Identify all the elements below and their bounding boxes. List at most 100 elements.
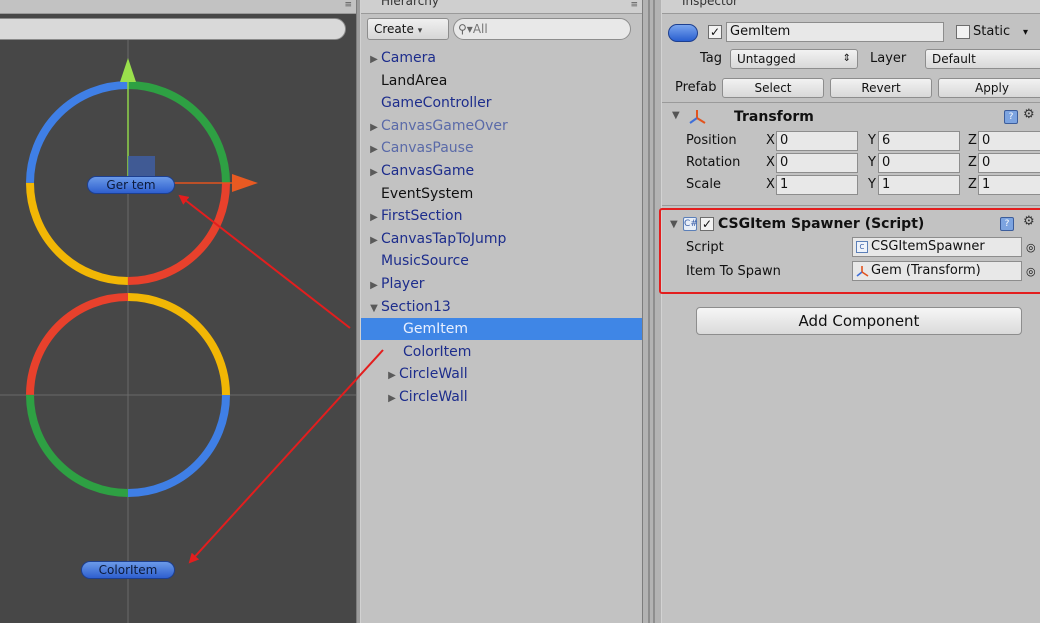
axis-y-label: Y [868, 155, 876, 170]
gizmo-y-arrow-icon [120, 58, 136, 82]
prefab-revert-button[interactable]: Revert [830, 78, 932, 98]
search-icon: ⚲▾ [458, 22, 473, 36]
object-name-field[interactable]: GemItem [726, 22, 944, 42]
hierarchy-item-label: CanvasPause [381, 140, 474, 157]
hierarchy-item[interactable]: GameController [361, 92, 642, 114]
hierarchy-item[interactable]: ▶ CanvasGame [361, 160, 642, 182]
divider [662, 205, 1040, 206]
hierarchy-item[interactable]: ▶ CanvasGameOver [361, 115, 642, 137]
hierarchy-tab[interactable]: Hierarchy ≡ [361, 0, 642, 14]
transform-z-field[interactable]: 1 [978, 175, 1040, 195]
create-dropdown-button[interactable]: Create ▾ [367, 18, 449, 40]
static-checkbox[interactable] [956, 25, 970, 39]
hierarchy-item[interactable]: ▶ CircleWall [361, 386, 642, 408]
hierarchy-item-label: Player [381, 276, 425, 292]
chevron-down-icon[interactable]: ▾ [1023, 23, 1028, 43]
inspector-tab-title: Inspector [682, 0, 738, 8]
scene-view[interactable]: ≡ Ger tem ColorItem [0, 0, 356, 623]
transform-y-field[interactable]: 1 [878, 175, 960, 195]
help-book-icon[interactable]: ? [1004, 110, 1018, 124]
tag-label: Tag [700, 51, 723, 66]
transform-x-field[interactable]: 1 [776, 175, 858, 195]
layer-value: Default [932, 52, 976, 66]
transform-row-label: Rotation [686, 155, 741, 170]
hierarchy-item[interactable]: ▶ Player [361, 273, 642, 295]
hierarchy-item[interactable]: GemItem [361, 318, 642, 341]
collapse-triangle-icon[interactable]: ▼ [672, 110, 680, 121]
layer-label: Layer [870, 51, 907, 66]
hierarchy-item[interactable]: ▶ CanvasTapToJump [361, 228, 642, 250]
hierarchy-item-label: CanvasGameOver [381, 117, 508, 134]
collapsed-triangle-icon[interactable]: ▶ [385, 388, 399, 410]
hierarchy-item[interactable]: ▶ CanvasPause [361, 137, 642, 159]
prefab-label: Prefab [675, 80, 717, 95]
axis-x-label: X [766, 155, 775, 170]
game-object-icon [668, 24, 698, 42]
hierarchy-panel: Hierarchy ≡ Create ▾ ⚲▾All ▶ Camera LandAr… [361, 0, 642, 623]
color-item-scene-label[interactable]: ColorItem [81, 561, 175, 579]
hierarchy-item-label: CircleWall [399, 366, 468, 383]
transform-y-field[interactable]: 6 [878, 131, 960, 151]
updown-icon: ⇕ [842, 53, 851, 64]
transform-x-field[interactable]: 0 [776, 153, 858, 173]
axis-x-label: X [766, 133, 775, 148]
transform-y-field[interactable]: 0 [878, 153, 960, 173]
hierarchy-item[interactable]: ▶ CircleWall [361, 363, 642, 385]
hierarchy-item[interactable]: ▶ FirstSection [361, 205, 642, 227]
collapsed-triangle-icon[interactable]: ▶ [367, 139, 381, 161]
tag-dropdown[interactable]: Untagged ⇕ [730, 49, 858, 69]
hierarchy-item-label: EventSystem [381, 185, 474, 202]
axis-y-label: Y [868, 177, 876, 192]
active-checkbox[interactable]: ✓ [708, 25, 722, 39]
hierarchy-item[interactable]: MusicSource [361, 250, 642, 272]
hierarchy-item[interactable]: ▼ Section13 [361, 296, 642, 318]
hierarchy-item[interactable]: ColorItem [361, 341, 642, 363]
axis-z-label: Z [968, 177, 977, 192]
create-label: Create [374, 22, 414, 36]
hierarchy-search-input[interactable]: ⚲▾All [453, 18, 631, 40]
transform-z-field[interactable]: 0 [978, 153, 1040, 173]
hierarchy-item-label: GemItem [403, 321, 468, 338]
static-label: Static [973, 24, 1011, 39]
hierarchy-tab-title: Hierarchy [381, 0, 440, 8]
hierarchy-item[interactable]: EventSystem [361, 183, 642, 205]
gem-item-scene-label[interactable]: Ger tem [87, 176, 175, 194]
splitter-line [648, 0, 650, 623]
axis-z-label: Z [968, 155, 977, 170]
prefab-apply-button[interactable]: Apply [938, 78, 1040, 98]
panel-menu-icon[interactable]: ≡ [630, 0, 638, 10]
prefab-select-button[interactable]: Select [722, 78, 824, 98]
axis-y-label: Y [868, 133, 876, 148]
divider [662, 102, 1040, 103]
collapsed-triangle-icon[interactable]: ▶ [385, 365, 399, 387]
gizmo-x-arrow-icon [232, 174, 258, 192]
collapsed-triangle-icon[interactable]: ▶ [367, 275, 381, 297]
hierarchy-item[interactable]: ▶ Camera [361, 47, 642, 69]
axis-z-label: Z [968, 133, 977, 148]
transform-row-label: Position [686, 133, 737, 148]
transform-x-field[interactable]: 0 [776, 131, 858, 151]
scene-canvas[interactable] [0, 0, 356, 623]
transform-row-label: Scale [686, 177, 721, 192]
tag-value: Untagged [737, 52, 796, 66]
highlight-box [659, 208, 1040, 294]
collapsed-triangle-icon[interactable]: ▶ [367, 49, 381, 71]
hierarchy-item-label: MusicSource [381, 253, 469, 270]
inspector-tab[interactable]: Inspector [662, 0, 1040, 14]
expanded-triangle-icon[interactable]: ▼ [367, 298, 381, 320]
hierarchy-inspector-splitter[interactable] [642, 0, 662, 623]
hierarchy-item-label: CanvasTapToJump [381, 230, 507, 247]
transform-title: Transform [734, 109, 814, 125]
gear-icon[interactable]: ⚙ [1023, 107, 1035, 122]
collapsed-triangle-icon[interactable]: ▶ [367, 230, 381, 252]
transform-axes-icon [689, 110, 706, 124]
layer-dropdown[interactable]: Default [925, 49, 1040, 69]
hierarchy-item-label: CanvasGame [381, 163, 475, 179]
collapsed-triangle-icon[interactable]: ▶ [367, 162, 381, 184]
collapsed-triangle-icon[interactable]: ▶ [367, 117, 381, 139]
collapsed-triangle-icon[interactable]: ▶ [367, 207, 381, 229]
transform-z-field[interactable]: 0 [978, 131, 1040, 151]
add-component-button[interactable]: Add Component [696, 307, 1022, 335]
hierarchy-item[interactable]: LandArea [361, 70, 642, 92]
axis-x-label: X [766, 177, 775, 192]
